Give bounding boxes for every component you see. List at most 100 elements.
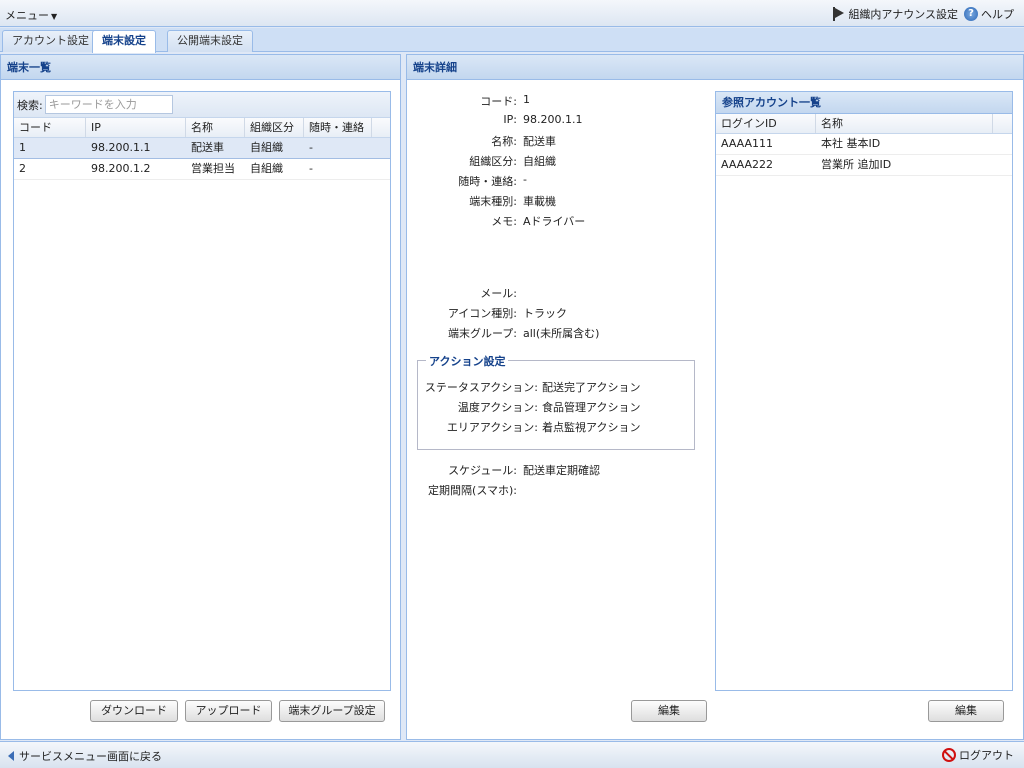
terminal-grid-header: コード IP 名称 組織区分 随時・連絡: [14, 118, 390, 138]
logout-link[interactable]: ログアウト: [942, 747, 1014, 763]
search-bar: 検索:: [14, 92, 390, 118]
top-bar: メニュー ▼ 組織内アナウンス設定 ? ヘルプ: [0, 0, 1024, 27]
detail-value: all(未所属含む): [523, 327, 600, 340]
announce-settings-label: 組織内アナウンス設定: [848, 8, 958, 21]
detail-value: トラック: [523, 307, 567, 320]
help-label: ヘルプ: [981, 8, 1014, 21]
action-label: 温度アクション:: [457, 401, 538, 414]
help-link[interactable]: ? ヘルプ: [964, 6, 1014, 22]
detail-value: 車載機: [523, 195, 556, 208]
logout-label: ログアウト: [959, 749, 1014, 762]
tab-terminal-settings[interactable]: 端末設定: [92, 30, 156, 53]
edit-terminal-button[interactable]: 編集: [631, 700, 707, 722]
account-grid-header: ログインID 名称: [716, 114, 1012, 134]
terminal-list-panel: 端末一覧 検索: コード IP 名称 組織区分 随時・連絡 1 98.200.1…: [0, 54, 401, 740]
cell-ip: 98.200.1.1: [91, 141, 151, 154]
detail-row-contact: 随時・連絡: -: [417, 173, 527, 191]
cell-code: 1: [19, 141, 26, 154]
detail-value: 98.200.1.1: [523, 113, 583, 126]
account-list-title: 参照アカウント一覧: [716, 92, 1012, 114]
action-value: 配送完了アクション: [542, 381, 641, 394]
action-label: エリアアクション:: [446, 421, 538, 434]
detail-row-memo: メモ: Aドライバー: [417, 213, 585, 231]
terminal-grid: 検索: コード IP 名称 組織区分 随時・連絡 1 98.200.1.1 配送…: [13, 91, 391, 691]
action-settings-fieldset: アクション設定 ステータスアクション: 配送完了アクション 温度アクション: 食…: [417, 353, 695, 450]
tab-public-terminal-settings[interactable]: 公開端末設定: [167, 30, 253, 52]
download-button[interactable]: ダウンロード: [90, 700, 178, 722]
detail-value: 配送車: [523, 135, 556, 148]
detail-value: 1: [523, 93, 530, 106]
detail-label: メモ:: [491, 215, 517, 228]
cell-contact: -: [309, 162, 313, 175]
detail-value: -: [523, 173, 527, 186]
logout-icon: [942, 748, 956, 762]
detail-label: 端末グループ:: [447, 327, 517, 340]
top-right-links: 組織内アナウンス設定 ? ヘルプ: [833, 6, 1014, 22]
action-row-temperature: 温度アクション: 食品管理アクション: [418, 399, 641, 417]
action-value: 食品管理アクション: [542, 401, 641, 414]
action-value: 着点監視アクション: [542, 421, 641, 434]
cell-account-name: 本社 基本ID: [821, 137, 881, 150]
caret-down-icon: ▼: [51, 12, 58, 21]
cell-ip: 98.200.1.2: [91, 162, 151, 175]
table-row[interactable]: 2 98.200.1.2 営業担当 自組織 -: [14, 159, 390, 180]
help-icon: ?: [964, 7, 978, 21]
column-header-spacer: [372, 118, 390, 137]
detail-label: アイコン種別:: [447, 307, 517, 320]
cell-login-id: AAAA222: [721, 158, 774, 171]
detail-row-schedule: スケジュール: 配送車定期確認: [417, 462, 600, 480]
detail-label: スケジュール:: [448, 464, 517, 477]
column-header-contact[interactable]: 随時・連絡: [304, 118, 372, 137]
table-row[interactable]: AAAA111 本社 基本ID: [716, 134, 1012, 155]
terminal-list-title: 端末一覧: [1, 55, 400, 80]
detail-row-icon-type: アイコン種別: トラック: [417, 305, 567, 323]
detail-value: 配送車定期確認: [523, 464, 600, 477]
detail-label: 組織区分:: [469, 155, 517, 168]
detail-row-interval: 定期間隔(スマホ):: [417, 482, 523, 500]
back-arrow-icon: [8, 751, 14, 761]
announce-settings-link[interactable]: 組織内アナウンス設定: [833, 6, 958, 22]
cell-contact: -: [309, 141, 313, 154]
terminal-group-settings-button[interactable]: 端末グループ設定: [279, 700, 385, 722]
account-list-panel: 参照アカウント一覧 ログインID 名称 AAAA111 本社 基本ID AAAA…: [715, 91, 1013, 691]
cell-org: 自組織: [250, 141, 283, 154]
detail-row-code: コード: 1: [417, 93, 530, 111]
action-row-area: エリアアクション: 着点監視アクション: [418, 419, 641, 437]
table-row[interactable]: 1 98.200.1.1 配送車 自組織 -: [14, 138, 390, 159]
detail-row-name: 名称: 配送車: [417, 133, 556, 151]
detail-value: Aドライバー: [523, 215, 586, 228]
table-row[interactable]: AAAA222 営業所 追加ID: [716, 155, 1012, 176]
cell-name: 配送車: [191, 141, 224, 154]
flag-icon: [833, 7, 845, 21]
detail-label: 定期間隔(スマホ):: [428, 484, 517, 497]
detail-row-type: 端末種別: 車載機: [417, 193, 556, 211]
detail-label: 随時・連絡:: [458, 175, 517, 188]
action-row-status: ステータスアクション: 配送完了アクション: [418, 379, 641, 397]
detail-row-group: 端末グループ: all(未所属含む): [417, 325, 599, 343]
column-header-spacer: [993, 114, 1011, 133]
column-header-code[interactable]: コード: [14, 118, 86, 137]
column-header-name[interactable]: 名称: [186, 118, 245, 137]
action-settings-legend: アクション設定: [426, 353, 509, 369]
upload-button[interactable]: アップロード: [185, 700, 272, 722]
status-bar: サービスメニュー画面に戻る ログアウト: [0, 741, 1024, 768]
tab-account-settings[interactable]: アカウント設定: [2, 30, 99, 52]
edit-accounts-button[interactable]: 編集: [928, 700, 1004, 722]
search-input[interactable]: [44, 95, 173, 114]
menu-button[interactable]: メニュー ▼: [5, 7, 57, 23]
column-header-ip[interactable]: IP: [86, 118, 186, 137]
detail-label: IP:: [503, 113, 517, 126]
detail-row-org: 組織区分: 自組織: [417, 153, 556, 171]
column-header-login-id[interactable]: ログインID: [716, 114, 816, 133]
cell-login-id: AAAA111: [721, 137, 774, 150]
menu-label: メニュー: [5, 9, 49, 22]
detail-row-mail: メール:: [417, 285, 523, 303]
action-label: ステータスアクション:: [424, 381, 538, 394]
cell-account-name: 営業所 追加ID: [821, 158, 892, 171]
back-to-service-menu-label: サービスメニュー画面に戻る: [19, 750, 162, 763]
cell-name: 営業担当: [191, 162, 235, 175]
detail-label: メール:: [480, 287, 517, 300]
column-header-org[interactable]: 組織区分: [245, 118, 304, 137]
column-header-account-name[interactable]: 名称: [816, 114, 993, 133]
back-to-service-menu-link[interactable]: サービスメニュー画面に戻る: [8, 748, 162, 764]
